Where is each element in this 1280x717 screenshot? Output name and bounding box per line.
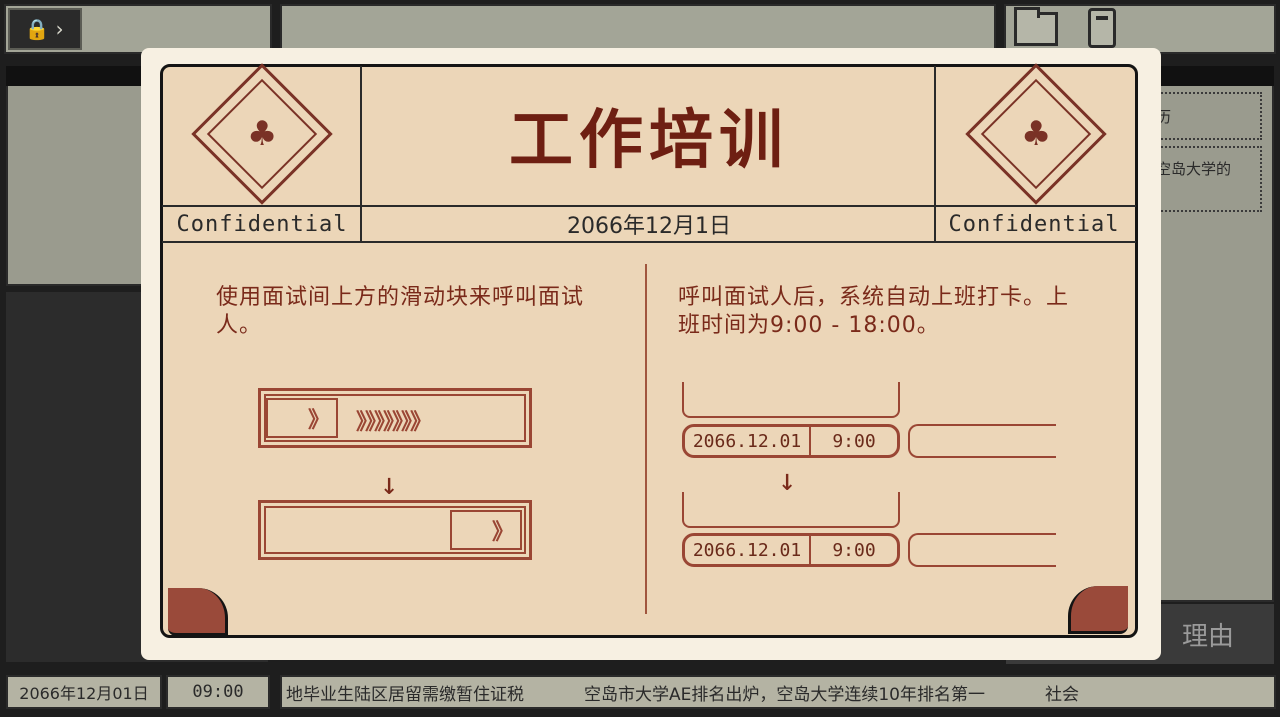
lock-button[interactable]: 🔒 ›: [8, 8, 82, 50]
paper-corner-right: [1068, 586, 1128, 634]
footer-time: 09:00: [166, 675, 270, 709]
document-title: 工作培训: [509, 104, 789, 178]
down-arrow-icon: ↓: [380, 467, 399, 502]
clockin-record: 2066.12.01 9:00: [682, 533, 900, 567]
lock-icon: 🔒: [24, 17, 50, 41]
empty-record: [908, 533, 1056, 567]
ticker-item: 社会: [1045, 684, 1080, 705]
record-date: 2066.12.01: [685, 536, 811, 564]
ticker-item: 空岛市大学AE排名出炉，空岛大学连续10年排名第一: [584, 684, 986, 705]
slider-instruction: 使用面试间上方的滑动块来呼叫面试人。: [216, 285, 585, 338]
resume-card-school[interactable]: 空岛大学的: [1150, 146, 1262, 212]
slider-handle: 》: [266, 398, 338, 438]
clockin-record: 2066.12.01 9:00: [682, 424, 900, 458]
folder-icon[interactable]: [1014, 7, 1058, 46]
clockin-instruction: 呼叫面试人后，系统自动上班打卡。上班时间为9:00 - 18:00。: [678, 285, 1070, 338]
record-time: 9:00: [832, 430, 876, 452]
record-bracket: [682, 492, 900, 528]
news-ticker: 地毕业生陆区居留需缴暂住证税 空岛市大学AE排名出炉，空岛大学连续10年排名第一…: [280, 675, 1276, 709]
record-time: 9:00: [832, 539, 876, 561]
record-bracket: [682, 382, 900, 418]
emblem-right: ♣: [965, 63, 1107, 205]
slider-handle: 》: [450, 510, 522, 550]
emblem-icon: ♣: [246, 113, 278, 154]
top-center-panel: [280, 4, 996, 54]
column-divider: [645, 264, 647, 614]
emblem-icon: ♣: [1020, 113, 1052, 154]
confidential-label-left: Confidential: [176, 211, 348, 237]
resume-card[interactable]: 历: [1150, 92, 1262, 140]
confidential-label-right: Confidential: [948, 211, 1120, 237]
footer-date: 2066年12月01日: [6, 675, 162, 709]
phone-icon[interactable]: [1088, 8, 1116, 48]
empty-record: [908, 424, 1056, 458]
emblem-left: ♣: [191, 63, 333, 205]
record-date: 2066.12.01: [685, 427, 811, 455]
document-date: 2066年12月1日: [567, 214, 731, 239]
chevron-right-icon: ›: [53, 17, 66, 41]
ticker-item: 地毕业生陆区居留需缴暂住证税: [286, 684, 524, 705]
slider-chevrons: 》》》》》》》: [356, 410, 432, 435]
